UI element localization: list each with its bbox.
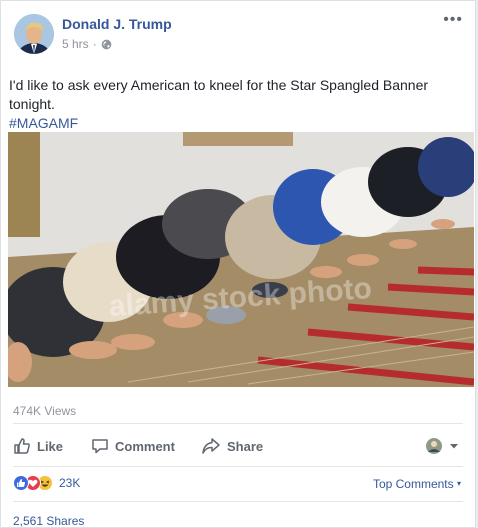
- post-card: Donald J. Trump 5 hrs · ••• I'd like to …: [0, 0, 476, 528]
- divider: [13, 466, 463, 467]
- action-bar: Like Comment Share: [13, 433, 465, 459]
- comment-label: Comment: [115, 438, 175, 454]
- page-selector[interactable]: [425, 433, 459, 459]
- post-text: I'd like to ask every American to kneel …: [9, 76, 473, 133]
- author-avatar[interactable]: [14, 14, 54, 54]
- reactions-summary[interactable]: 23K: [13, 475, 80, 491]
- view-count: 474K Views: [13, 404, 77, 418]
- author-name[interactable]: Donald J. Trump: [62, 16, 172, 32]
- like-label: Like: [37, 438, 64, 454]
- globe-icon[interactable]: [101, 39, 112, 50]
- comment-icon: [92, 439, 108, 454]
- post-message: I'd like to ask every American to kneel …: [9, 77, 429, 112]
- reaction-count: 23K: [59, 476, 81, 490]
- hashtag-link[interactable]: #MAGAMF: [9, 114, 473, 133]
- thumbs-up-icon: [14, 438, 30, 454]
- divider: [13, 501, 463, 502]
- post-timestamp[interactable]: 5 hrs: [62, 37, 89, 51]
- share-count[interactable]: 2,561 Shares: [13, 514, 84, 528]
- page-avatar-icon: [426, 438, 442, 454]
- share-label: Share: [227, 438, 264, 454]
- more-options-button[interactable]: •••: [443, 11, 463, 29]
- like-button[interactable]: Like: [13, 433, 63, 459]
- chevron-down-icon: [450, 444, 458, 449]
- caret-down-icon: ▾: [456, 479, 461, 488]
- like-icon: [13, 475, 29, 491]
- comment-button[interactable]: Comment: [91, 433, 175, 459]
- comment-sort-label: Top Comments: [372, 477, 454, 491]
- comment-sort-dropdown[interactable]: Top Comments ▾: [373, 477, 461, 491]
- post-meta: 5 hrs ·: [62, 37, 112, 51]
- share-icon: [202, 438, 220, 454]
- post-photo[interactable]: alamy stock photo: [8, 132, 474, 387]
- share-button[interactable]: Share: [201, 433, 263, 459]
- meta-separator: ·: [92, 37, 97, 51]
- divider: [13, 423, 463, 424]
